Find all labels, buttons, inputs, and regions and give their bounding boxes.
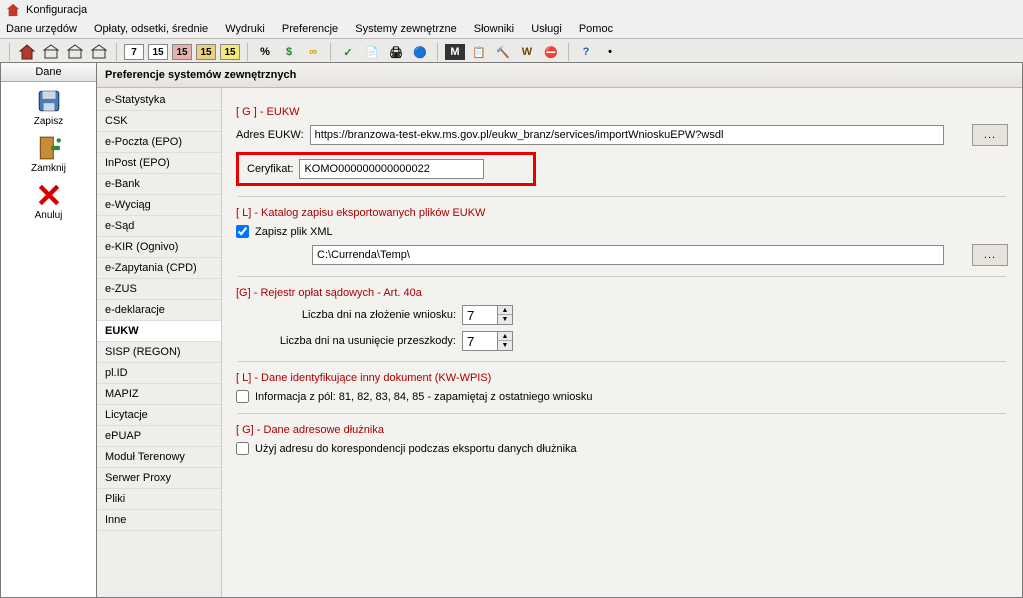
menu-item[interactable]: Preferencje [282,23,338,35]
spin-down-icon[interactable]: ▼ [498,315,512,324]
toolbar-bank-icon[interactable] [41,42,61,62]
category-item[interactable]: pl.ID [97,363,221,384]
menu-item[interactable]: Wydruki [225,23,265,35]
save-label: Zapisz [34,116,63,127]
category-item[interactable]: e-Sąd [97,216,221,237]
spin-up-icon[interactable]: ▲ [498,306,512,315]
zapisz-xml-checkbox[interactable] [236,225,249,238]
category-item[interactable]: e-Zapytania (CPD) [97,258,221,279]
menu-item[interactable]: Opłaty, odsetki, średnie [94,23,208,35]
adres-eukw-input[interactable] [310,125,944,145]
spin-up-icon[interactable]: ▲ [498,332,512,341]
category-item[interactable]: e-KIR (Ognivo) [97,237,221,258]
toolbar-dot-icon[interactable]: • [600,42,620,62]
adres-eukw-label: Adres EUKW: [236,129,304,141]
app-icon [6,3,20,17]
toolbar-clip-icon[interactable]: 📋 [469,42,489,62]
close-button[interactable]: Zamknij [1,129,96,176]
toolbar-w-icon[interactable]: W [517,42,537,62]
dni-zlozenie-spinner[interactable]: ▲▼ [462,305,513,325]
toolbar-check-icon[interactable]: ✓ [338,42,358,62]
adres-browse-button[interactable]: ... [972,124,1008,146]
cancel-icon [36,182,62,208]
category-item[interactable]: Moduł Terenowy [97,447,221,468]
category-item[interactable]: Pliki [97,489,221,510]
cancel-button[interactable]: Anuluj [1,176,96,223]
section-l-dane-identyf: [ L] - Dane identyfikujące inny dokument… [236,372,1008,384]
save-icon [36,88,62,114]
menu-item[interactable]: Systemy zewnętrzne [355,23,456,35]
category-item[interactable]: CSK [97,111,221,132]
toolbar-num[interactable]: 15 [220,44,240,60]
toolbar-infinity-icon[interactable]: ∞ [303,42,323,62]
toolbar-help-icon[interactable]: ? [576,42,596,62]
close-label: Zamknij [31,163,66,174]
form-area: [ G ] - EUKW Adres EUKW: ... Ceryfikat: … [222,88,1022,597]
toolbar-page-icon[interactable]: 📄 [362,42,382,62]
toolbar-num[interactable]: 15 [148,44,168,60]
category-item[interactable]: Licytacje [97,405,221,426]
titlebar: Konfiguracja [0,0,1023,20]
dni-zlozenie-label: Liczba dni na złożenie wniosku: [256,309,456,321]
dni-przeszkody-spinner[interactable]: ▲▼ [462,331,513,351]
toolbar-num[interactable]: 15 [172,44,192,60]
certyfikat-input[interactable] [299,159,484,179]
section-g-rejestr: [G] - Rejestr opłat sądowych - Art. 40a [236,287,1008,299]
spin-down-icon[interactable]: ▼ [498,341,512,350]
category-item[interactable]: e-deklaracje [97,300,221,321]
toolbar-print-icon[interactable]: 🖨 [386,42,406,62]
katalog-path-input[interactable] [312,245,944,265]
save-button[interactable]: Zapisz [1,82,96,129]
cancel-label: Anuluj [35,210,63,221]
toolbar-m-icon[interactable]: M [445,44,465,60]
toolbar-percent-icon[interactable]: % [255,42,275,62]
dni-zlozenie-input[interactable] [462,305,498,325]
dni-przeszkody-label: Liczba dni na usunięcie przeszkody: [256,335,456,347]
left-action-bar: Dane Zapisz Zamknij Anuluj [0,62,97,598]
toolbar-stop-icon[interactable]: ⛔ [541,42,561,62]
toolbar-num[interactable]: 15 [196,44,216,60]
category-item[interactable]: e-Wyciąg [97,195,221,216]
certificate-highlight: Ceryfikat: [236,152,536,186]
informacja-pol-label: Informacja z pól: 81, 82, 83, 84, 85 - z… [255,391,593,403]
toolbar-bank2-icon[interactable] [65,42,85,62]
uzyj-adresu-checkbox[interactable] [236,442,249,455]
certyfikat-label: Ceryfikat: [247,163,293,175]
toolbar-home-icon[interactable] [17,42,37,62]
category-item[interactable]: MAPIZ [97,384,221,405]
zapisz-xml-label: Zapisz plik XML [255,226,333,238]
katalog-browse-button[interactable]: ... [972,244,1008,266]
menu-item[interactable]: Usługi [531,23,562,35]
category-item[interactable]: Inne [97,510,221,531]
toolbar-circle-icon[interactable]: 🔵 [410,42,430,62]
menu-item[interactable]: Słowniki [474,23,514,35]
category-list: e-StatystykaCSKe-Poczta (EPO)InPost (EPO… [97,88,222,597]
category-item[interactable]: EUKW [97,321,221,342]
toolbar-num[interactable]: 7 [124,44,144,60]
door-icon [36,135,62,161]
leftbar-header: Dane [1,63,96,82]
menu-item[interactable]: Pomoc [579,23,613,35]
category-item[interactable]: e-ZUS [97,279,221,300]
window-title: Konfiguracja [26,4,87,16]
menu-item[interactable]: Dane urzędów [6,23,77,35]
category-item[interactable]: Serwer Proxy [97,468,221,489]
uzyj-adresu-label: Użyj adresu do korespondencji podczas ek… [255,443,577,455]
section-g-eukw: [ G ] - EUKW [236,106,1008,118]
section-g-dane-adresowe: [ G] - Dane adresowe dłużnika [236,424,1008,436]
toolbar-bank3-icon[interactable] [89,42,109,62]
category-item[interactable]: SISP (REGON) [97,342,221,363]
category-item[interactable]: InPost (EPO) [97,153,221,174]
informacja-pol-checkbox[interactable] [236,390,249,403]
dni-przeszkody-input[interactable] [462,331,498,351]
category-item[interactable]: e-Poczta (EPO) [97,132,221,153]
category-item[interactable]: ePUAP [97,426,221,447]
menubar: Dane urzędów Opłaty, odsetki, średnie Wy… [0,20,1023,38]
category-item[interactable]: e-Bank [97,174,221,195]
panel-title: Preferencje systemów zewnętrznych [97,63,1022,88]
toolbar-money-icon[interactable]: $ [279,42,299,62]
category-item[interactable]: e-Statystyka [97,90,221,111]
section-l-katalog: [ L] - Katalog zapisu eksportowanych pli… [236,207,1008,219]
toolbar-hammer-icon[interactable]: 🔨 [493,42,513,62]
